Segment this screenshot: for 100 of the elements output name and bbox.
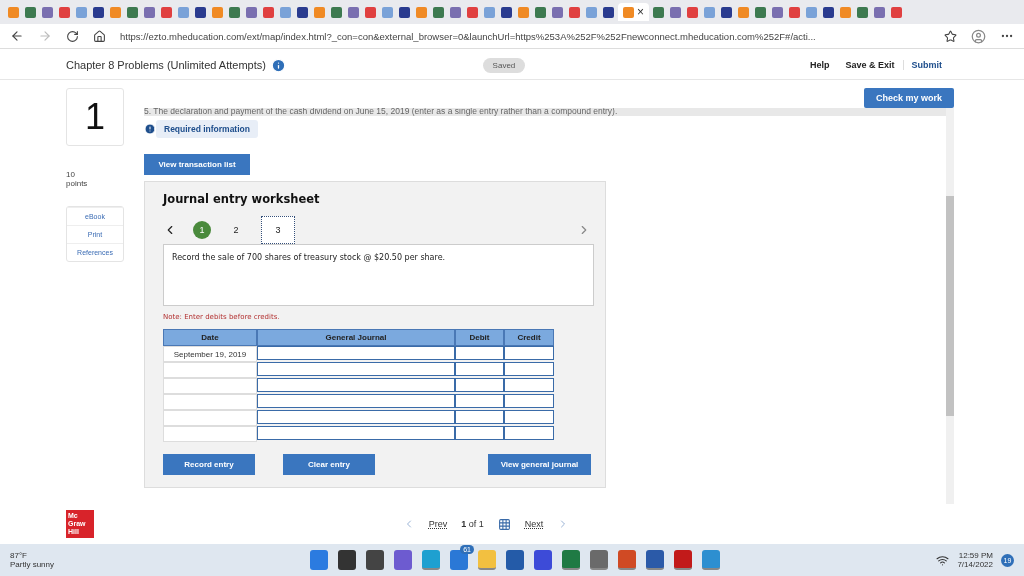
grid-icon[interactable] [497,517,511,531]
taskbar-app-icon[interactable] [338,550,356,570]
account-input[interactable] [257,394,455,408]
step-tab[interactable]: 3 [261,216,295,244]
prev-link[interactable]: Prev [428,519,448,529]
favicon-icon [42,6,53,18]
account-input[interactable] [257,362,455,376]
favicon-icon [161,6,172,18]
required-info-label[interactable]: Required information [156,120,258,138]
step-tab[interactable]: 2 [227,221,245,239]
favicon-icon [382,6,393,18]
favicon-icon [603,6,614,18]
favorites-icon[interactable] [944,29,957,43]
credit-input[interactable] [504,362,554,376]
header-link[interactable]: Submit [902,60,950,70]
forward-icon[interactable] [38,29,52,43]
address-field[interactable]: https://ezto.mheducation.com/ext/map/index.html?_con=con&external_browser=0&launchUrl=https%253A%252F%252Fnewconnect.mheducation.com%252F#/acti... [120,26,930,46]
debit-input[interactable] [455,346,504,360]
question-number: 1 [66,88,124,146]
credit-input[interactable] [504,394,554,408]
favicon-icon [687,6,698,18]
alert-icon [144,123,156,135]
credit-input[interactable] [504,426,554,440]
account-input[interactable] [257,426,455,440]
scrollbar[interactable] [946,108,954,504]
favicon-icon [467,6,478,18]
taskbar-app-icon[interactable] [674,550,692,570]
favicon-icon [586,6,597,18]
taskbar-app-icon[interactable] [646,550,664,570]
taskbar-app-icon[interactable] [478,550,496,570]
header-link[interactable]: Save & Exit [837,60,903,70]
favicon-icon [484,6,495,18]
favicon-icon [280,6,291,18]
next-link[interactable]: Next [524,519,544,529]
taskbar-app-icon[interactable] [562,550,580,570]
favicon-icon [518,6,529,18]
view-transactions-button[interactable]: View transaction list [144,154,250,175]
favicon-icon [127,6,138,18]
clock-time: 12:59 PM [958,551,993,560]
account-input[interactable] [257,378,455,392]
account-input[interactable] [257,410,455,424]
favicon-icon [212,6,223,18]
taskbar-app-icon[interactable] [590,550,608,570]
favicon-icon [738,6,749,18]
page-indicator: 1 of 1 [461,519,484,529]
taskbar-app-icon[interactable] [534,550,552,570]
record-entry-button[interactable]: Record entry [163,454,255,475]
favicon-icon [670,6,681,18]
wifi-icon[interactable] [936,553,950,567]
date-cell: September 19, 2019 [163,346,257,362]
avatar-icon[interactable] [971,28,986,44]
favicon-icon [450,6,461,18]
favicon-icon [789,6,800,18]
worksheet-title: Journal entry worksheet [163,192,321,206]
credit-input[interactable] [504,410,554,424]
refresh-icon[interactable] [66,29,79,43]
favicon-icon [297,6,308,18]
debit-input[interactable] [455,378,504,392]
column-header: Credit [504,329,554,346]
home-icon[interactable] [93,29,106,43]
taskbar-app-icon[interactable] [366,550,384,570]
favicon-icon [535,6,546,18]
instruction-text: Record the sale of 700 shares of treasury stock @ $20.50 per share. [163,244,594,306]
check-work-button[interactable]: Check my work [863,88,954,108]
favicon-icon [314,6,325,18]
favicon-icon [399,6,410,18]
credit-input[interactable] [504,346,554,360]
favicon-icon [623,6,634,18]
favicon-icon [195,6,206,18]
favicon-icon [823,6,834,18]
view-journal-button[interactable]: View general journal [488,454,591,475]
debit-input[interactable] [455,394,504,408]
close-icon[interactable]: × [637,5,644,19]
account-input[interactable] [257,346,455,360]
debit-input[interactable] [455,410,504,424]
favicon-icon [93,6,104,18]
favicon-icon [891,6,902,18]
info-icon[interactable] [270,57,286,73]
favicon-icon [569,6,580,18]
clock-date: 7/14/2022 [957,560,993,569]
debit-input[interactable] [455,426,504,440]
debit-input[interactable] [455,362,504,376]
clear-entry-button[interactable]: Clear entry [283,454,375,475]
step-tab[interactable]: 1 [193,221,211,239]
favicon-icon [365,6,376,18]
favicon-icon [806,6,817,18]
favicon-icon [501,6,512,18]
favicon-icon [144,6,155,18]
taskbar-app-icon[interactable] [506,550,524,570]
favicon-icon [840,6,851,18]
browser-tab[interactable]: × [618,3,649,21]
back-icon[interactable] [10,29,24,43]
favicon-icon [348,6,359,18]
taskbar-app-icon[interactable] [450,550,468,570]
credit-input[interactable] [504,378,554,392]
question-text: 5. The declaration and payment of the cash dividend on June 15, 2019 (enter as a single entry rather than a compound entry). [144,108,946,116]
assignment-title: Chapter 8 Problems (Unlimited Attempts) [66,59,266,71]
favicon-icon [331,6,342,18]
header-link[interactable]: Help [801,60,838,70]
favicon-icon [416,6,427,18]
